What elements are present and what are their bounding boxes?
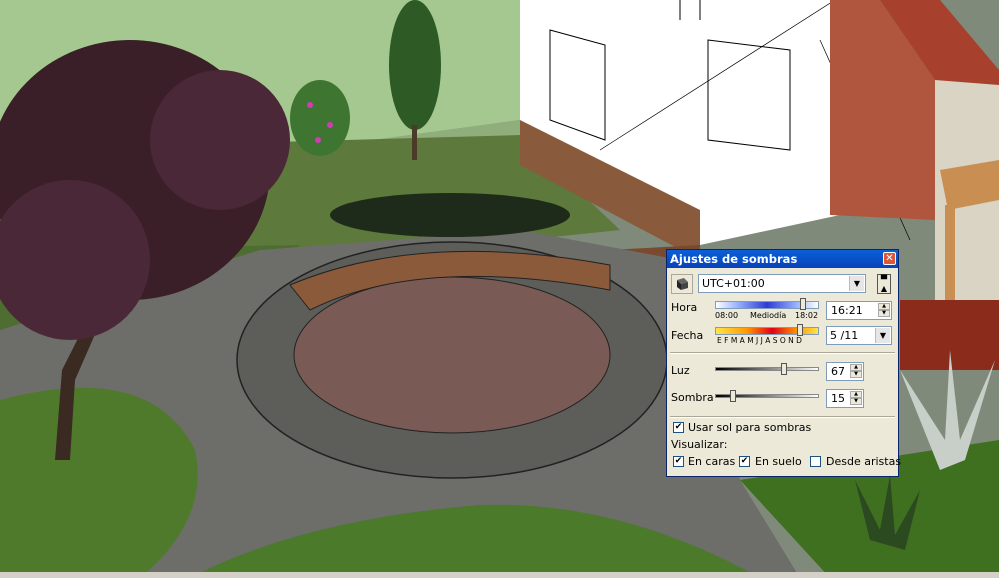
luz-slider-thumb[interactable] <box>780 363 787 375</box>
status-strip <box>0 572 999 578</box>
fecha-label: Fecha <box>671 329 704 342</box>
luz-label: Luz <box>671 364 690 377</box>
sombra-label: Sombra <box>671 391 714 404</box>
plaza-center <box>293 276 611 434</box>
date-slider-thumb[interactable] <box>797 324 804 336</box>
separator <box>670 416 895 418</box>
time-value: 16:21 <box>831 304 863 317</box>
separator <box>670 352 895 354</box>
date-select[interactable]: 5 /11 ▼ <box>826 326 892 345</box>
dialog-titlebar[interactable]: Ajustes de sombras <box>667 250 898 268</box>
cypress-trunk <box>412 125 417 160</box>
lawn-front-left <box>0 387 198 578</box>
cypress-tree <box>389 0 441 130</box>
sombra-value: 15 <box>831 392 845 405</box>
time-slider-thumb[interactable] <box>800 298 807 310</box>
luz-value: 67 <box>831 365 845 378</box>
sombra-spinner[interactable]: ▲ ▼ <box>850 391 862 406</box>
shrub-row <box>330 193 570 237</box>
months-label: E F M A M J J A S O N D <box>717 336 802 345</box>
desde-aristas-label: Desde aristas <box>826 455 902 468</box>
rose <box>315 137 321 143</box>
en-caras-label: En caras <box>688 455 736 468</box>
shadow-settings-dialog: Ajustes de sombras ✕ UTC+01:00 ▼ ▀ ▲ Hora… <box>666 249 902 477</box>
use-sun-label: Usar sol para sombras <box>688 421 812 434</box>
time-input[interactable]: 16:21 ▲ ▼ <box>826 301 892 320</box>
chevron-down-icon: ▼ <box>875 328 890 343</box>
rose <box>327 122 333 128</box>
rose-bush <box>290 80 350 156</box>
time-start-label: 08:00 <box>715 311 739 320</box>
collapse-icon[interactable]: ▀ ▲ <box>877 274 891 294</box>
en-caras-checkbox[interactable]: ✔ <box>673 456 684 467</box>
rose <box>307 102 313 108</box>
close-icon[interactable]: ✕ <box>883 252 896 265</box>
time-end-label: 18:02 <box>795 311 819 320</box>
time-mid-label: Mediodía <box>750 311 787 320</box>
chevron-down-icon: ▼ <box>849 276 864 291</box>
date-slider-track[interactable] <box>715 327 819 335</box>
hora-label: Hora <box>671 301 698 314</box>
luz-input[interactable]: 67 ▲ ▼ <box>826 362 864 381</box>
luz-spinner[interactable]: ▲ ▼ <box>850 364 862 379</box>
luz-slider-track[interactable] <box>715 367 819 371</box>
sombra-input[interactable]: 15 ▲ ▼ <box>826 389 864 408</box>
time-spinner[interactable]: ▲ ▼ <box>878 303 890 318</box>
desde-aristas-checkbox[interactable] <box>810 456 821 467</box>
timezone-value: UTC+01:00 <box>702 277 765 290</box>
sombra-slider-thumb[interactable] <box>729 390 736 402</box>
use-sun-checkbox[interactable]: ✔ <box>673 422 684 433</box>
visualizar-label: Visualizar: <box>671 438 728 451</box>
en-suelo-checkbox[interactable]: ✔ <box>739 456 750 467</box>
tree-canopy <box>150 70 290 210</box>
date-value: 5 /11 <box>830 329 859 342</box>
dialog-title: Ajustes de sombras <box>670 252 798 266</box>
timezone-select[interactable]: UTC+01:00 ▼ <box>698 274 866 293</box>
en-suelo-label: En suelo <box>755 455 802 468</box>
shadow-icon[interactable] <box>671 274 693 294</box>
